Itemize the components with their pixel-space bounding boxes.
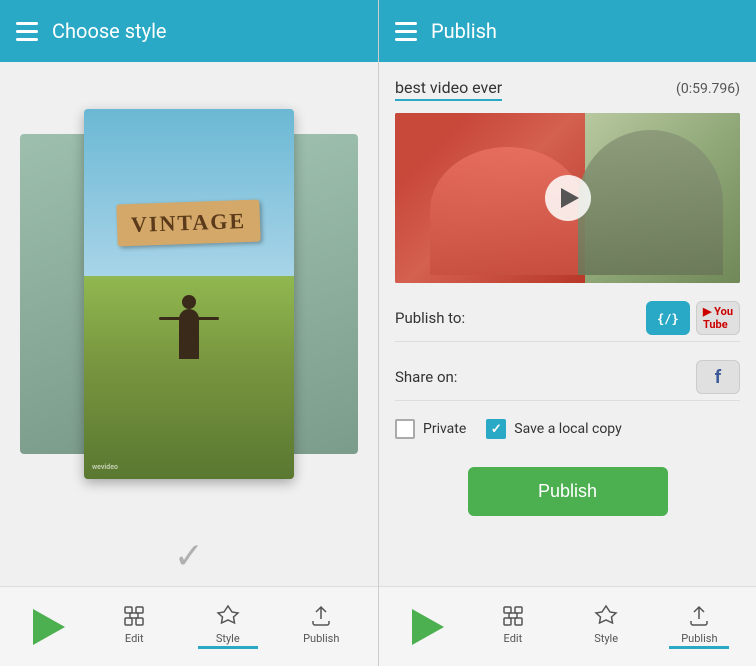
facebook-share-button[interactable]: f (696, 360, 740, 394)
right-panel: Publish best video ever (0:59.796) Publi… (378, 0, 756, 666)
play-triangle-overlay-icon (561, 188, 579, 208)
publish-to-label: Publish to: (395, 309, 465, 327)
publish-to-row: Publish to: {/} ▶ YouTube (395, 295, 740, 342)
figure-head (182, 295, 196, 309)
hamburger-line-r3 (395, 38, 417, 41)
checkmark-area: ✓ (0, 526, 378, 586)
svg-text:{/}: {/} (657, 312, 679, 326)
local-copy-checkbox[interactable] (486, 419, 506, 439)
left-header: Choose style (0, 0, 378, 62)
private-option[interactable]: Private (395, 419, 466, 439)
vintage-card[interactable]: VINTAGE wevideo (84, 109, 294, 479)
edit-icon-right (501, 604, 525, 628)
left-panel-title: Choose style (52, 19, 167, 43)
thumbnail-person-right (578, 130, 723, 275)
publish-icon-left (309, 604, 333, 628)
left-bottom-toolbar: Edit Style Publish (0, 586, 378, 666)
right-panel-title: Publish (431, 19, 497, 43)
tab-active-indicator-right (669, 646, 729, 649)
publish-to-buttons: {/} ▶ YouTube (646, 301, 740, 335)
local-copy-label: Save a local copy (514, 421, 621, 437)
thumbnail-play-button[interactable] (545, 175, 591, 221)
video-duration: (0:59.796) (676, 81, 740, 97)
right-content: best video ever (0:59.796) Publish to: {… (379, 62, 756, 586)
publish-main-button[interactable]: Publish (468, 467, 668, 516)
hamburger-line (16, 38, 38, 41)
publish-button-container: Publish (395, 467, 740, 516)
private-checkbox[interactable] (395, 419, 415, 439)
play-triangle-right-icon (412, 609, 444, 645)
toolbar-publish-right[interactable]: Publish (669, 604, 729, 649)
toolbar-edit-label-right: Edit (504, 632, 523, 645)
video-thumbnail[interactable] (395, 113, 740, 283)
share-on-label: Share on: (395, 368, 457, 386)
style-icon (216, 604, 240, 628)
youtube-publish-button[interactable]: ▶ YouTube (696, 301, 740, 335)
toolbar-edit-right[interactable]: Edit (483, 604, 543, 649)
hamburger-line (16, 22, 38, 25)
wevideo-icon: {/} (653, 307, 683, 329)
left-panel: Choose style VINTAGE wevideo (0, 0, 378, 666)
local-copy-option[interactable]: Save a local copy (486, 419, 621, 439)
publish-icon-right (687, 604, 711, 628)
left-content: VINTAGE wevideo (0, 62, 378, 526)
options-row: Private Save a local copy (395, 413, 740, 445)
toolbar-publish-left[interactable]: Publish (291, 604, 351, 649)
video-title-row: best video ever (0:59.796) (395, 78, 740, 101)
toolbar-style-left[interactable]: Style (198, 604, 258, 649)
toolbar-style-label-left: Style (216, 632, 240, 645)
share-on-row: Share on: f (395, 354, 740, 401)
toolbar-publish-label-left: Publish (303, 632, 339, 645)
right-header: Publish (379, 0, 756, 62)
hamburger-menu-right[interactable] (395, 22, 417, 41)
style-icon-right (594, 604, 618, 628)
edit-icon (122, 604, 146, 628)
toolbar-style-label-right: Style (594, 632, 618, 645)
youtube-icon: ▶ YouTube (703, 305, 733, 331)
style-cards-container: VINTAGE wevideo (10, 72, 368, 516)
hamburger-line (16, 30, 38, 33)
hamburger-line-r2 (395, 30, 417, 33)
hamburger-line-r1 (395, 22, 417, 25)
vintage-sky (84, 109, 294, 276)
play-triangle-icon (33, 609, 65, 645)
wevideo-logo: wevideo (92, 463, 118, 471)
checkmark-icon: ✓ (174, 535, 204, 577)
private-label: Private (423, 421, 466, 437)
tab-active-indicator-left (198, 646, 258, 649)
toolbar-edit-label-left: Edit (125, 632, 144, 645)
video-title[interactable]: best video ever (395, 78, 502, 101)
vintage-label: VINTAGE (131, 208, 247, 237)
toolbar-style-right[interactable]: Style (576, 604, 636, 649)
right-bottom-toolbar: Edit Style Publish (379, 586, 756, 666)
play-button-right[interactable] (406, 605, 450, 649)
facebook-icon: f (715, 367, 721, 388)
vintage-sign: VINTAGE (117, 199, 261, 246)
figure-body (179, 309, 199, 359)
wevideo-publish-button[interactable]: {/} (646, 301, 690, 335)
share-buttons: f (696, 360, 740, 394)
figure-arms (159, 317, 219, 320)
toolbar-publish-label-right: Publish (681, 632, 717, 645)
toolbar-edit-left[interactable]: Edit (104, 604, 164, 649)
vintage-figure (169, 295, 209, 375)
hamburger-menu-left[interactable] (16, 22, 38, 41)
play-button-left[interactable] (27, 605, 71, 649)
